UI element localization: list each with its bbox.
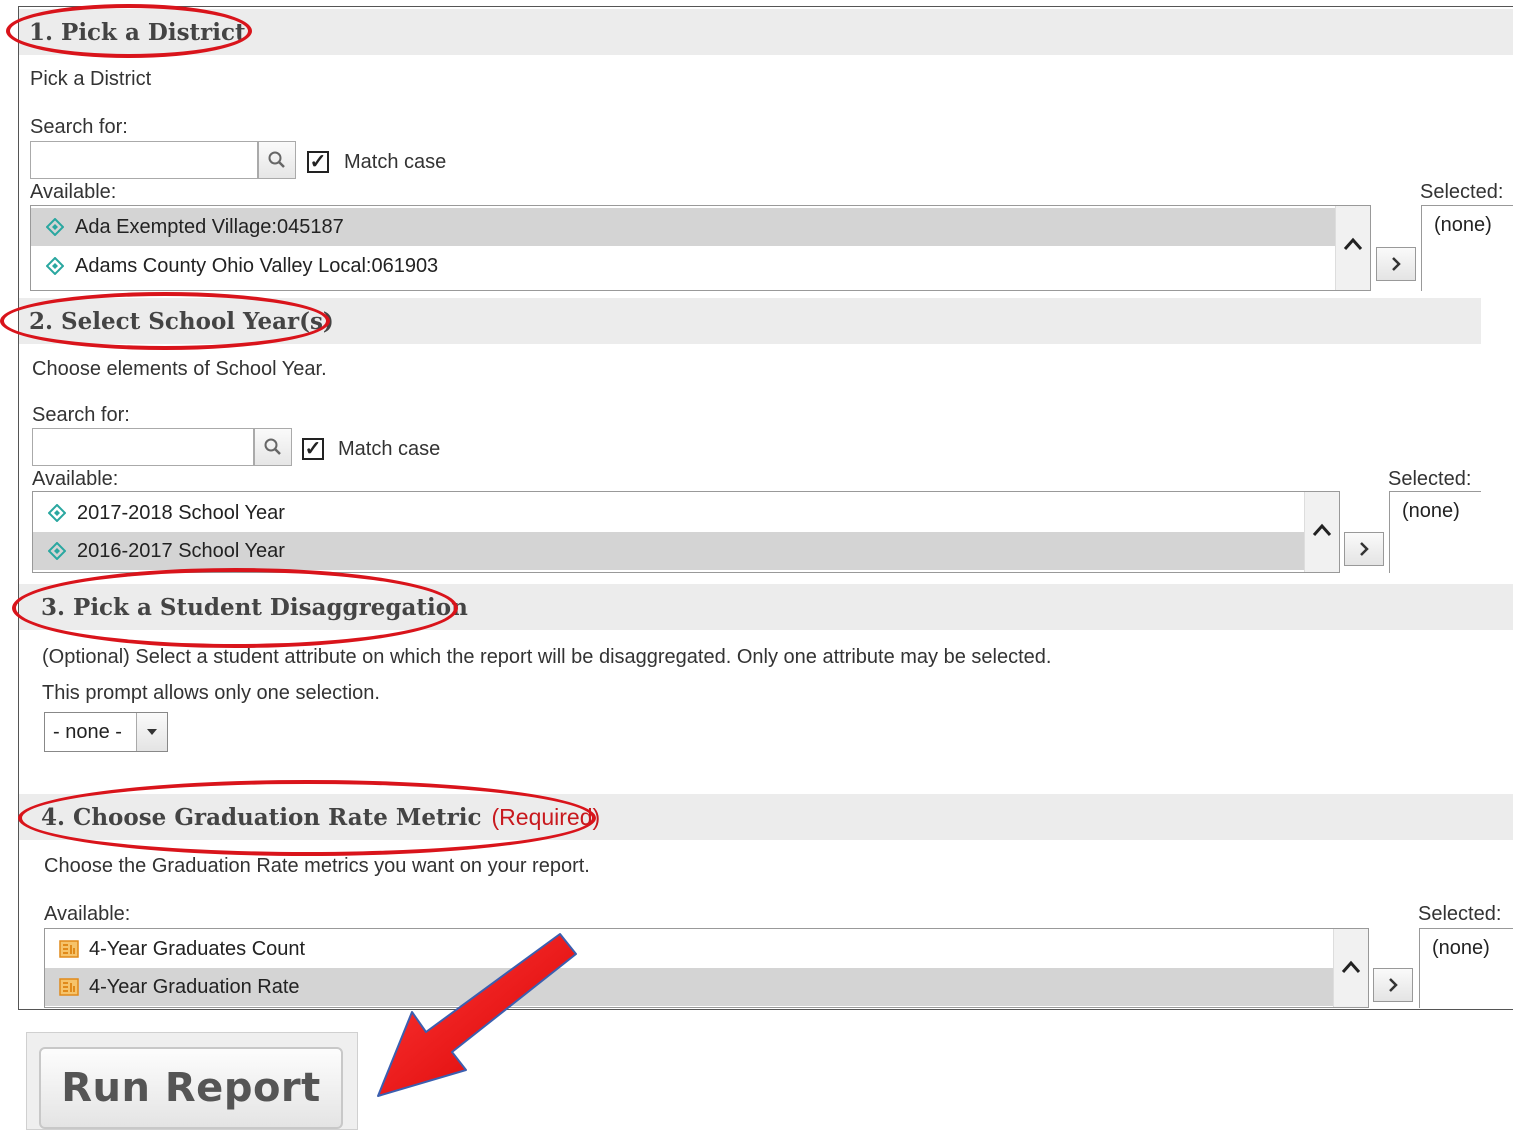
- available-label: Available:: [30, 181, 117, 203]
- run-report-area: Run Report: [26, 1032, 358, 1130]
- list-item-label: Adams County Ohio Valley Local:061903: [75, 254, 439, 277]
- list-item-label: 2016-2017 School Year: [77, 539, 285, 562]
- metric-available-list[interactable]: 4-Year Graduates Count 4-Year Graduation…: [44, 928, 1369, 1008]
- diamond-icon: [45, 256, 65, 276]
- district-search-input[interactable]: [30, 141, 258, 179]
- selected-none: (none): [1434, 214, 1492, 236]
- section-3-note: This prompt allows only one selection.: [42, 682, 380, 704]
- add-to-selected-button[interactable]: [1344, 532, 1384, 566]
- disaggregation-value: - none -: [53, 720, 122, 743]
- chevron-right-icon: [1389, 978, 1398, 992]
- list-item[interactable]: 2016-2017 School Year: [33, 532, 1307, 570]
- section-4-prompt: Choose the Graduation Rate metrics you w…: [44, 855, 590, 877]
- available-label: Available:: [44, 903, 131, 925]
- district-search-button[interactable]: [258, 141, 296, 179]
- available-label: Available:: [32, 468, 119, 490]
- section-4-header: 4. Choose Graduation Rate Metric (Requir…: [19, 794, 1513, 840]
- list-item[interactable]: Adams County Ohio Valley Local:061903: [31, 247, 1337, 285]
- list-item-label: 2017-2018 School Year: [77, 501, 285, 524]
- metric-icon: [59, 939, 79, 959]
- selected-label: Selected:: [1420, 181, 1504, 203]
- district-available-list[interactable]: Ada Exempted Village:045187 Adams County…: [30, 205, 1371, 291]
- scroll-up-arrow[interactable]: [1334, 959, 1368, 975]
- section-1-header: 1. Pick a District: [19, 9, 1513, 55]
- chevron-right-icon: [1360, 542, 1369, 556]
- list-item[interactable]: 4-Year Graduation Rate: [45, 968, 1335, 1006]
- selected-none: (none): [1402, 500, 1460, 522]
- school-year-selected-list[interactable]: (none): [1389, 491, 1481, 573]
- school-year-search-button[interactable]: [254, 428, 292, 466]
- diamond-icon: [47, 503, 67, 523]
- diamond-icon: [45, 217, 65, 237]
- list-item[interactable]: Ada Exempted Village:045187: [31, 208, 1337, 246]
- school-year-available-list[interactable]: 2017-2018 School Year 2016-2017 School Y…: [32, 491, 1340, 573]
- list-item[interactable]: 2017-2018 School Year: [33, 494, 1307, 532]
- scroll-up-arrow[interactable]: [1336, 236, 1370, 252]
- search-icon: [268, 151, 285, 168]
- section-3-title: 3. Pick a Student Disaggregation: [41, 593, 468, 621]
- list-scrollbar[interactable]: [1335, 206, 1370, 290]
- metric-icon: [59, 977, 79, 997]
- list-item-label: Ada Exempted Village:045187: [75, 215, 344, 238]
- add-to-selected-button[interactable]: [1373, 968, 1413, 1002]
- section-3-header: 3. Pick a Student Disaggregation: [19, 584, 1513, 630]
- required-label: (Required): [491, 803, 601, 830]
- search-icon: [264, 438, 281, 455]
- section-1-title: 1. Pick a District: [29, 18, 246, 46]
- district-selected-list[interactable]: (none): [1421, 205, 1513, 291]
- match-case-label: Match case: [338, 438, 441, 460]
- selected-label: Selected:: [1418, 903, 1502, 925]
- list-item[interactable]: 4-Year Graduates Count: [45, 930, 1335, 968]
- metric-selected-list[interactable]: (none): [1419, 928, 1513, 1008]
- search-label: Search for:: [30, 116, 128, 138]
- section-2-prompt: Choose elements of School Year.: [32, 358, 327, 380]
- search-label: Search for:: [32, 404, 130, 426]
- add-to-selected-button[interactable]: [1376, 247, 1416, 281]
- section-2-header: 2. Select School Year(s): [19, 298, 1481, 344]
- annotation-arrow: [377, 933, 577, 1097]
- section-4-title: 4. Choose Graduation Rate Metric: [41, 803, 482, 831]
- list-scrollbar[interactable]: [1333, 929, 1368, 1007]
- diamond-icon: [47, 541, 67, 561]
- selected-label: Selected:: [1388, 468, 1472, 490]
- match-case-checkbox[interactable]: ✓: [307, 151, 329, 173]
- section-1-prompt: Pick a District: [30, 68, 152, 90]
- match-case-checkbox[interactable]: ✓: [302, 438, 324, 460]
- match-case-label: Match case: [344, 151, 447, 173]
- section-2-title: 2. Select School Year(s): [29, 307, 334, 335]
- school-year-search-input[interactable]: [32, 428, 254, 466]
- run-report-button[interactable]: Run Report: [39, 1047, 343, 1129]
- list-item-label: 4-Year Graduation Rate: [89, 975, 300, 998]
- list-scrollbar[interactable]: [1304, 492, 1339, 572]
- chevron-down-icon[interactable]: [136, 713, 167, 751]
- selected-none: (none): [1432, 937, 1490, 959]
- scroll-up-arrow[interactable]: [1305, 522, 1339, 538]
- section-3-prompt: (Optional) Select a student attribute on…: [42, 646, 1052, 668]
- chevron-right-icon: [1392, 257, 1401, 271]
- disaggregation-select[interactable]: - none -: [44, 712, 168, 752]
- list-item-label: 4-Year Graduates Count: [89, 937, 306, 960]
